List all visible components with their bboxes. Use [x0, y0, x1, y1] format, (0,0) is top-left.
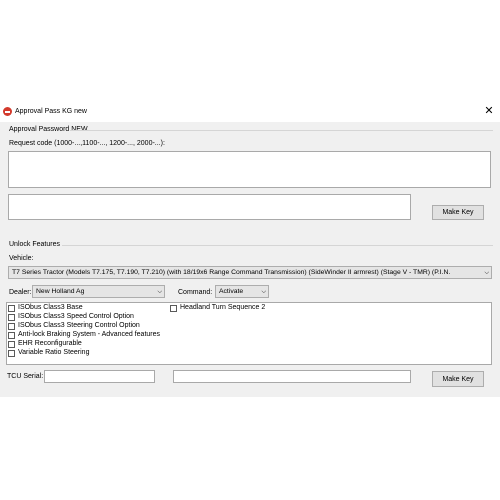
feature-label: Variable Ratio Steering: [18, 349, 90, 356]
feature-checkbox-isobus-base[interactable]: ISObus Class3 Base: [8, 304, 168, 313]
feature-checkbox-ehr[interactable]: EHR Reconfigurable: [8, 340, 168, 349]
command-label: Command:: [178, 289, 213, 296]
tcu-serial-input[interactable]: [44, 370, 155, 383]
dealer-select-value: New Holland Ag: [36, 288, 85, 295]
feature-label: EHR Reconfigurable: [18, 340, 82, 347]
chevron-down-icon: ⌵: [261, 289, 266, 295]
feature-label: Headland Turn Sequence 2: [180, 304, 266, 311]
feature-label: Anti-lock Braking System - Advanced feat…: [18, 331, 161, 338]
approval-group-divider: [70, 130, 493, 131]
feature-checkbox-isobus-steering[interactable]: ISObus Class3 Steering Control Option: [8, 322, 168, 331]
feature-label: ISObus Class3 Steering Control Option: [18, 322, 140, 329]
checkbox-box[interactable]: [8, 341, 15, 348]
feature-checkbox-headland-turn[interactable]: Headland Turn Sequence 2: [170, 304, 290, 313]
checkbox-box[interactable]: [8, 332, 15, 339]
checkbox-box[interactable]: [170, 305, 177, 312]
checkbox-box[interactable]: [8, 350, 15, 357]
approval-key-output[interactable]: [8, 194, 411, 220]
command-select[interactable]: Activate ⌵: [215, 285, 269, 298]
approval-make-key-button[interactable]: Make Key: [432, 205, 484, 220]
feature-checkbox-isobus-speed[interactable]: ISObus Class3 Speed Control Option: [8, 313, 168, 322]
vehicle-select-value: T7 Series Tractor (Models T7.175, T7.190…: [12, 269, 451, 276]
dealer-label: Dealer:: [9, 289, 32, 296]
chevron-down-icon: ⌵: [482, 267, 489, 278]
app-logo-icon: [3, 107, 12, 116]
feature-label: ISObus Class3 Speed Control Option: [18, 313, 134, 320]
unlock-key-output[interactable]: [173, 370, 411, 383]
command-select-value: Activate: [219, 288, 244, 295]
close-icon[interactable]: ✕: [484, 105, 494, 117]
unlock-make-key-button[interactable]: Make Key: [432, 371, 484, 387]
unlock-group-divider: [62, 245, 493, 246]
feature-label: ISObus Class3 Base: [18, 304, 83, 311]
tcu-serial-label: TCU Serial:: [7, 373, 44, 380]
feature-checkbox-variable-steering[interactable]: Variable Ratio Steering: [8, 349, 168, 358]
dealer-select[interactable]: New Holland Ag ⌵: [32, 285, 165, 298]
vehicle-select[interactable]: T7 Series Tractor (Models T7.175, T7.190…: [8, 266, 492, 279]
feature-checkbox-abs[interactable]: Anti-lock Braking System - Advanced feat…: [8, 331, 168, 340]
window-title: Approval Pass KG new: [15, 108, 87, 115]
request-code-input[interactable]: [8, 151, 491, 188]
vehicle-label: Vehicle:: [9, 255, 34, 262]
unlock-group-label: Unlock Features: [9, 241, 60, 248]
checkbox-box[interactable]: [8, 305, 15, 312]
checkbox-box[interactable]: [8, 323, 15, 330]
request-code-label: Request code (1000-...,1100-..., 1200-..…: [9, 140, 165, 147]
checkbox-box[interactable]: [8, 314, 15, 321]
chevron-down-icon: ⌵: [157, 289, 162, 295]
